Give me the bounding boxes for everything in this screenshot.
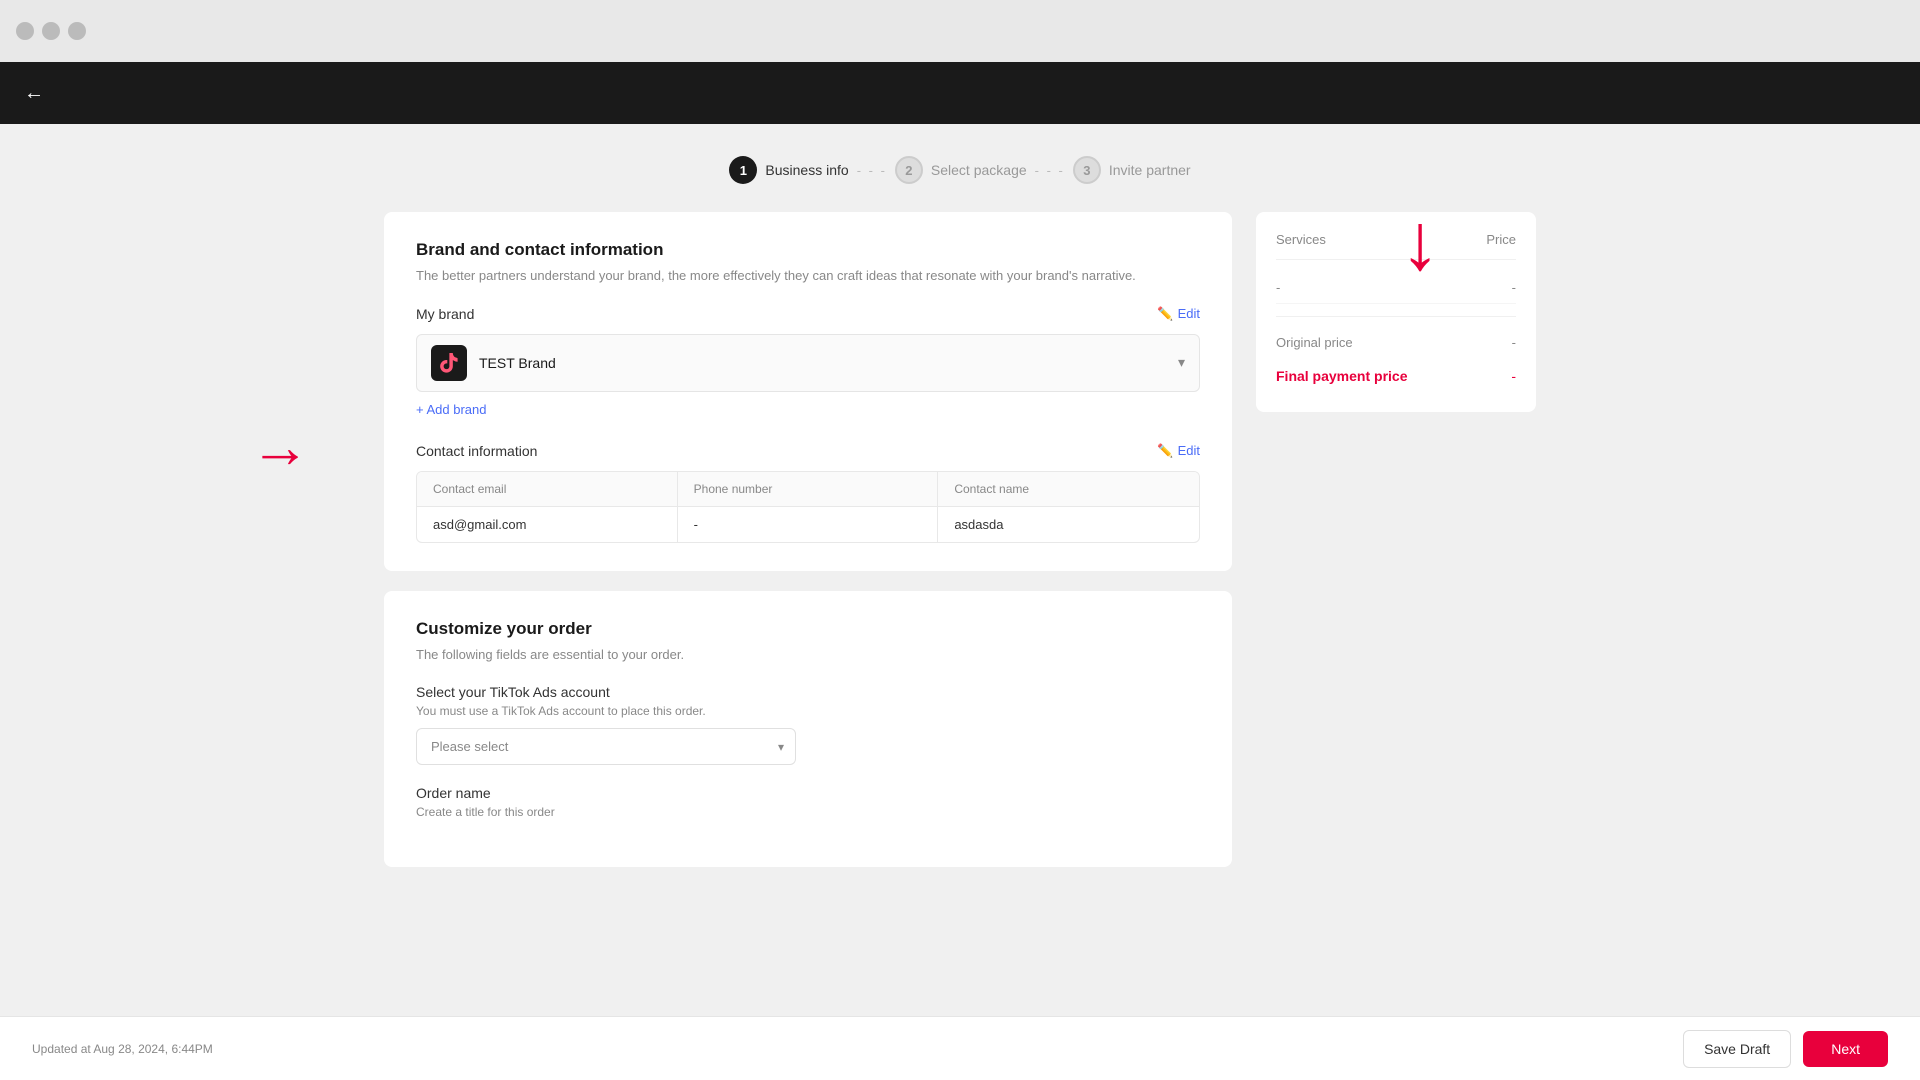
next-button[interactable]: Next xyxy=(1803,1031,1888,1067)
step-divider-1: - - - xyxy=(857,163,887,178)
brand-selector[interactable]: TEST Brand ▾ xyxy=(416,334,1200,392)
content-layout: ↓ → Brand and contact information The be… xyxy=(360,212,1560,867)
services-card: Services Price - - Original price - Fina… xyxy=(1256,212,1536,412)
browser-dot-3 xyxy=(68,22,86,40)
browser-dot-2 xyxy=(42,22,60,40)
services-price-value: - xyxy=(1512,280,1516,295)
original-price-label: Original price xyxy=(1276,335,1353,350)
top-nav: ← xyxy=(0,62,1920,124)
services-value: - xyxy=(1276,280,1280,295)
contact-edit-label: Edit xyxy=(1178,443,1200,458)
browser-chrome xyxy=(0,0,1920,62)
brand-chevron-icon: ▾ xyxy=(1178,354,1185,371)
contact-name-value: asdasda xyxy=(938,507,1199,542)
step-2-label: Select package xyxy=(931,162,1027,178)
tiktok-ads-label: Select your TikTok Ads account xyxy=(416,684,1200,700)
brand-edit-button[interactable]: ✏️ Edit xyxy=(1157,306,1200,322)
contact-col-email-header: Contact email xyxy=(417,472,678,506)
step-3-label: Invite partner xyxy=(1109,162,1191,178)
tiktok-ads-select[interactable]: Please select xyxy=(416,728,796,765)
edit-pencil-icon: ✏️ xyxy=(1157,306,1173,322)
contact-col-phone-header: Phone number xyxy=(678,472,939,506)
order-name-sublabel: Create a title for this order xyxy=(416,805,1200,819)
step-1: 1 Business info xyxy=(729,156,848,184)
brand-name-text: TEST Brand xyxy=(479,355,1166,371)
brand-logo xyxy=(431,345,467,381)
tiktok-ads-sublabel: You must use a TikTok Ads account to pla… xyxy=(416,704,1200,718)
customize-card: Customize your order The following field… xyxy=(384,591,1232,868)
brand-card-subtitle: The better partners understand your bran… xyxy=(416,266,1200,286)
services-col-label: Services xyxy=(1276,232,1326,247)
my-brand-header: My brand ✏️ Edit xyxy=(416,306,1200,322)
updated-text: Updated at Aug 28, 2024, 6:44PM xyxy=(32,1042,213,1056)
contact-header: Contact information ✏️ Edit xyxy=(416,443,1200,459)
step-2-circle: 2 xyxy=(895,156,923,184)
save-draft-button[interactable]: Save Draft xyxy=(1683,1030,1791,1068)
order-name-label: Order name xyxy=(416,785,1200,801)
back-button[interactable]: ← xyxy=(24,82,44,105)
tiktok-ads-select-wrapper: Please select ▾ xyxy=(416,728,796,765)
tiktok-ads-section: Select your TikTok Ads account You must … xyxy=(416,684,1200,765)
bottom-bar: Updated at Aug 28, 2024, 6:44PM Save Dra… xyxy=(0,1016,1920,1080)
contact-label: Contact information xyxy=(416,443,537,459)
tiktok-logo-icon xyxy=(437,351,461,375)
step-indicator: 1 Business info - - - 2 Select package -… xyxy=(0,156,1920,184)
order-name-section: Order name Create a title for this order xyxy=(416,785,1200,819)
add-brand-link[interactable]: + Add brand xyxy=(416,402,486,417)
brand-card: Brand and contact information The better… xyxy=(384,212,1232,571)
original-price-value: - xyxy=(1512,335,1516,350)
browser-dot-1 xyxy=(16,22,34,40)
contact-phone-value: - xyxy=(678,507,939,542)
customize-card-title: Customize your order xyxy=(416,619,1200,639)
step-3-circle: 3 xyxy=(1073,156,1101,184)
customize-card-subtitle: The following fields are essential to yo… xyxy=(416,645,1200,665)
services-row: - - xyxy=(1276,272,1516,304)
my-brand-label: My brand xyxy=(416,306,474,322)
left-panel: Brand and contact information The better… xyxy=(384,212,1232,867)
right-panel: Services Price - - Original price - Fina… xyxy=(1256,212,1536,867)
contact-table-row: asd@gmail.com - asdasda xyxy=(417,506,1199,542)
brand-edit-label: Edit xyxy=(1178,306,1200,321)
contact-table: Contact email Phone number Contact name … xyxy=(416,471,1200,543)
step-2: 2 Select package xyxy=(895,156,1027,184)
contact-edit-pencil-icon: ✏️ xyxy=(1157,443,1173,459)
final-price-row: Final payment price - xyxy=(1276,360,1516,392)
contact-email-value: asd@gmail.com xyxy=(417,507,678,542)
services-divider xyxy=(1276,316,1516,317)
brand-card-title: Brand and contact information xyxy=(416,240,1200,260)
original-price-row: Original price - xyxy=(1276,329,1516,356)
price-col-label: Price xyxy=(1486,232,1516,247)
step-1-label: Business info xyxy=(765,162,848,178)
contact-table-header: Contact email Phone number Contact name xyxy=(417,472,1199,506)
services-header: Services Price xyxy=(1276,232,1516,260)
step-3: 3 Invite partner xyxy=(1073,156,1191,184)
contact-col-name-header: Contact name xyxy=(938,472,1199,506)
step-1-circle: 1 xyxy=(729,156,757,184)
main-area: 1 Business info - - - 2 Select package -… xyxy=(0,124,1920,1080)
step-divider-2: - - - xyxy=(1035,163,1065,178)
final-price-label: Final payment price xyxy=(1276,368,1407,384)
arrow-right-icon: → xyxy=(250,417,310,477)
contact-edit-button[interactable]: ✏️ Edit xyxy=(1157,443,1200,459)
final-price-value: - xyxy=(1511,368,1516,384)
